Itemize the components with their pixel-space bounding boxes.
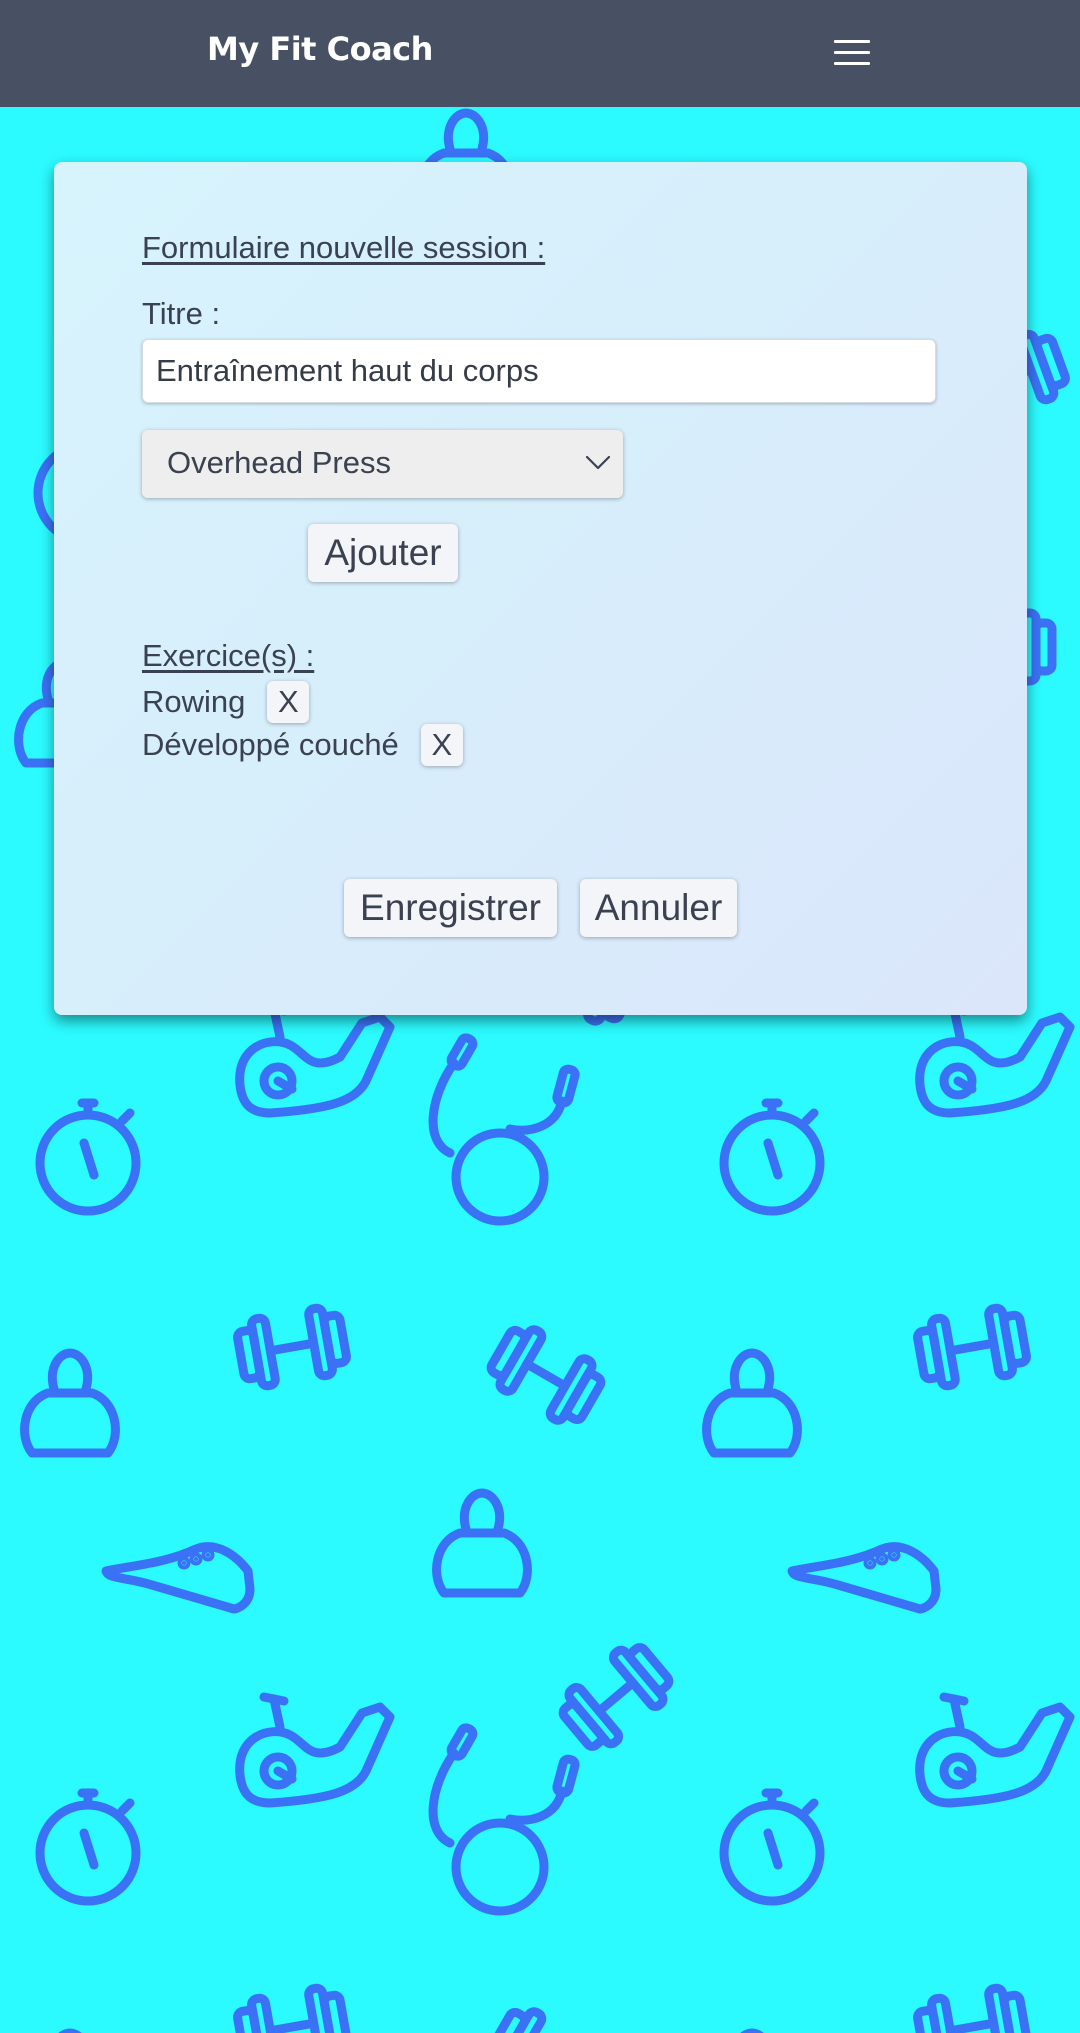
menu-bar (834, 40, 870, 43)
exercise-name: Rowing (142, 684, 246, 719)
new-session-form-card: Formulaire nouvelle session : Titre : Ov… (54, 162, 1027, 1015)
exercise-name: Développé couché (142, 727, 399, 762)
session-title-input[interactable] (142, 339, 936, 403)
chevron-down-icon (585, 455, 611, 470)
exercises-heading: Exercice(s) : (142, 638, 315, 673)
exercise-select-value: Overhead Press (167, 445, 391, 480)
exercise-list-item: Rowing X (142, 681, 310, 723)
menu-bar (834, 51, 870, 54)
exercise-select[interactable]: Overhead Press (142, 430, 623, 498)
remove-exercise-button[interactable]: X (420, 724, 463, 766)
exercise-list-item: Développé couché X (142, 724, 463, 766)
menu-bar (834, 62, 870, 65)
top-navbar: My Fit Coach (0, 0, 1080, 107)
brand-logo[interactable]: My Fit Coach (207, 30, 433, 68)
save-button[interactable]: Enregistrer (344, 879, 557, 937)
form-heading: Formulaire nouvelle session : (142, 230, 546, 265)
remove-exercise-button[interactable]: X (267, 681, 310, 723)
title-label: Titre : (142, 296, 221, 331)
hamburger-menu-icon[interactable] (828, 30, 876, 74)
cancel-button[interactable]: Annuler (580, 879, 737, 937)
add-exercise-button[interactable]: Ajouter (308, 524, 458, 582)
